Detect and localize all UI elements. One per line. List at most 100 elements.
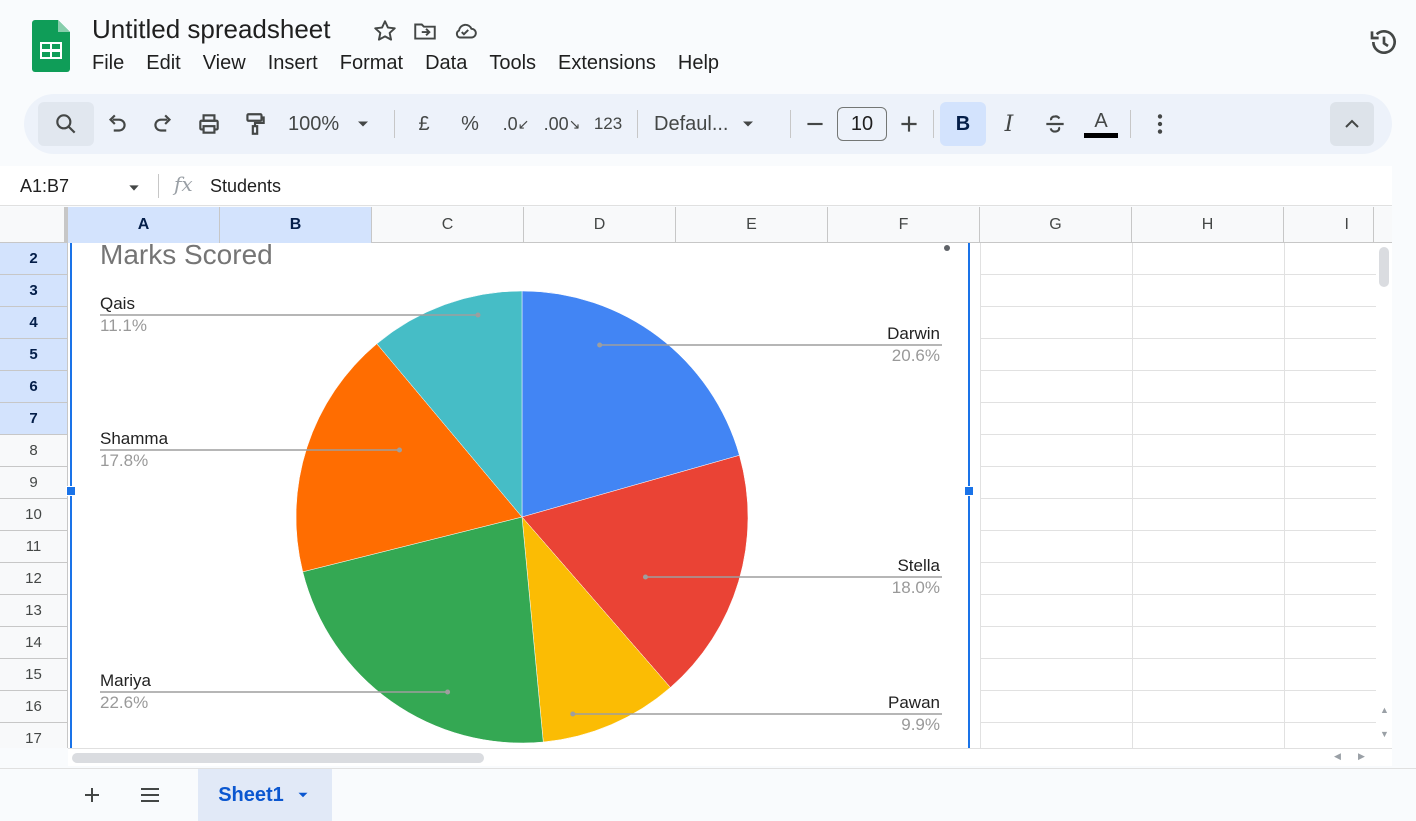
chart-menu-dot[interactable] (944, 245, 950, 251)
resize-handle-right[interactable] (964, 486, 974, 496)
format-percent-button[interactable]: % (447, 102, 493, 146)
chevron-down-icon[interactable] (126, 180, 142, 196)
scroll-down-arrow-icon[interactable]: ▼ (1380, 729, 1389, 739)
slice-percent-mariya: 22.6% (100, 693, 149, 712)
column-header-i[interactable]: I (1284, 207, 1374, 243)
column-header-a[interactable]: A (68, 207, 220, 243)
row-header-16[interactable]: 16 (0, 691, 68, 723)
format-currency-button[interactable]: £ (401, 102, 447, 146)
row-header-3[interactable]: 3 (0, 275, 68, 307)
row-header-4[interactable]: 4 (0, 307, 68, 339)
redo-icon (154, 114, 172, 132)
column-header-d[interactable]: D (524, 207, 676, 243)
menu-tools[interactable]: Tools (478, 52, 547, 75)
move-to-folder-icon[interactable] (412, 18, 438, 44)
menu-edit[interactable]: Edit (135, 52, 191, 75)
arrow-right-icon: ↘ (568, 115, 581, 132)
row-header-12[interactable]: 12 (0, 563, 68, 595)
print-button[interactable] (186, 102, 232, 146)
scroll-left-arrow-icon[interactable]: ◀ (1334, 751, 1341, 762)
increase-decimal-button[interactable]: .00 ↘ (539, 102, 585, 146)
formula-input[interactable]: Students (210, 176, 281, 197)
slice-percent-pawan: 9.9% (901, 715, 940, 734)
grid-line (980, 402, 1376, 403)
scroll-right-arrow-icon[interactable]: ▶ (1358, 751, 1365, 762)
add-sheet-button[interactable] (76, 779, 108, 811)
row-header-14[interactable]: 14 (0, 627, 68, 659)
select-all-corner[interactable] (0, 207, 68, 243)
row-header-15[interactable]: 15 (0, 659, 68, 691)
sheet-grid[interactable]: ABCDEFGHI 2 3 4 5 6 7 8 9 10 11 12 13 14 15 16 17 Marks… (0, 207, 1392, 748)
horizontal-scrollbar[interactable]: ◀ ▶ (68, 748, 1392, 766)
sheet-bar: Sheet1 (0, 768, 1416, 821)
row-header-7[interactable]: 7 (0, 403, 68, 435)
search-icon (56, 114, 76, 134)
sheet-tab-sheet1[interactable]: Sheet1 (198, 769, 332, 821)
row-header-2[interactable]: 2 (0, 243, 68, 275)
column-header-h[interactable]: H (1132, 207, 1284, 243)
decrease-font-size-button[interactable] (797, 102, 833, 146)
row-header-5[interactable]: 5 (0, 339, 68, 371)
horizontal-scroll-thumb[interactable] (72, 753, 484, 763)
slice-label-mariya: Mariya (100, 671, 152, 690)
increase-font-size-button[interactable] (891, 102, 927, 146)
column-header-e[interactable]: E (676, 207, 828, 243)
menu-data[interactable]: Data (414, 52, 478, 75)
row-header-10[interactable]: 10 (0, 499, 68, 531)
more-vertical-icon (1157, 114, 1163, 134)
grid-line (980, 690, 1376, 691)
cloud-saved-icon[interactable] (452, 18, 478, 44)
redo-button[interactable] (140, 102, 186, 146)
font-size-input[interactable]: 10 (837, 107, 887, 141)
all-sheets-button[interactable] (134, 779, 166, 811)
star-icon[interactable] (372, 18, 398, 44)
cell-grid[interactable] (980, 243, 1376, 748)
chevron-down-icon (358, 121, 369, 127)
paint-format-button[interactable] (232, 102, 278, 146)
menu-format[interactable]: Format (329, 52, 414, 75)
resize-handle-left[interactable] (66, 486, 76, 496)
document-title[interactable]: Untitled spreadsheet (92, 14, 330, 45)
undo-button[interactable] (94, 102, 140, 146)
font-select[interactable]: Defaul... (644, 102, 784, 146)
bold-button[interactable]: B (940, 102, 986, 146)
row-header-9[interactable]: 9 (0, 467, 68, 499)
row-header-11[interactable]: 11 (0, 531, 68, 563)
name-box[interactable]: A1:B7 (20, 176, 69, 197)
grid-line (1132, 243, 1133, 748)
column-header-g[interactable]: G (980, 207, 1132, 243)
grid-line (980, 466, 1376, 467)
column-header-c[interactable]: C (372, 207, 524, 243)
row-header-13[interactable]: 13 (0, 595, 68, 627)
menu-insert[interactable]: Insert (257, 52, 329, 75)
more-options-button[interactable] (1137, 102, 1183, 146)
hide-menus-button[interactable] (1330, 102, 1374, 146)
text-color-button[interactable]: A (1078, 102, 1124, 146)
version-history-icon[interactable] (1368, 26, 1400, 58)
paint-format-icon (246, 113, 265, 135)
menu-help[interactable]: Help (667, 52, 730, 75)
sheets-logo-icon[interactable] (32, 20, 70, 72)
italic-button[interactable]: I (986, 102, 1032, 146)
slice-label-pawan: Pawan (888, 693, 940, 712)
scroll-up-arrow-icon[interactable]: ▲ (1380, 705, 1389, 715)
vertical-scrollbar[interactable]: ▲ ▼ (1376, 243, 1392, 748)
column-header-b[interactable]: B (220, 207, 372, 243)
row-header-17[interactable]: 17 (0, 723, 68, 748)
menu-file[interactable]: File (92, 52, 135, 75)
pie-chart[interactable]: Marks Scored Darwin 20.6% Stella 18.0% Pawan… (66, 239, 974, 748)
vertical-scroll-thumb[interactable] (1379, 247, 1389, 287)
zoom-select[interactable]: 100% (278, 102, 388, 146)
more-formats-button[interactable]: 123 (585, 102, 631, 146)
zoom-value: 100% (288, 112, 340, 135)
menu-view[interactable]: View (192, 52, 257, 75)
decrease-decimal-button[interactable]: .0 ↙ (493, 102, 539, 146)
column-header-f[interactable]: F (828, 207, 980, 243)
row-header-6[interactable]: 6 (0, 371, 68, 403)
chevron-down-icon[interactable] (294, 786, 312, 804)
formula-bar: A1:B7 fx Students (0, 166, 1392, 206)
menu-extensions[interactable]: Extensions (547, 52, 667, 75)
search-menus-button[interactable] (38, 102, 94, 146)
strikethrough-button[interactable] (1032, 102, 1078, 146)
row-header-8[interactable]: 8 (0, 435, 68, 467)
